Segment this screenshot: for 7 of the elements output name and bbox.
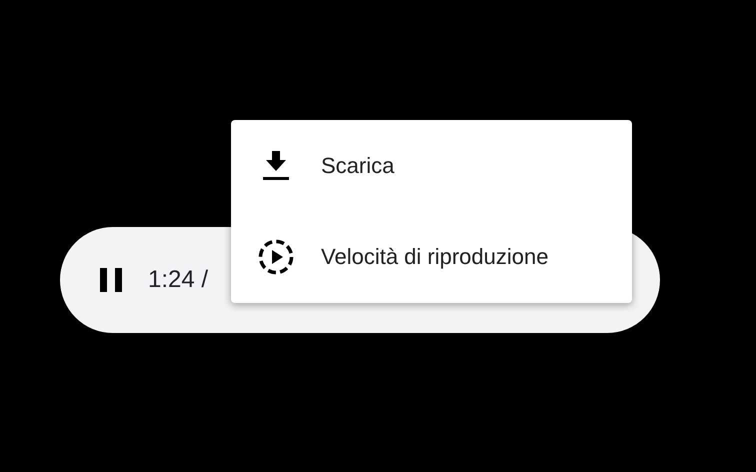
download-icon: [263, 150, 289, 181]
menu-item[interactable]: Velocità di riproduzione: [231, 212, 632, 303]
menu-item-label: Velocità di riproduzione: [321, 244, 548, 270]
time-display: 1:24 /: [148, 266, 208, 294]
menu-item-label: Scarica: [321, 152, 394, 179]
menu-item[interactable]: Scarica: [231, 120, 632, 212]
dashed-play-circle-icon: [258, 239, 294, 276]
